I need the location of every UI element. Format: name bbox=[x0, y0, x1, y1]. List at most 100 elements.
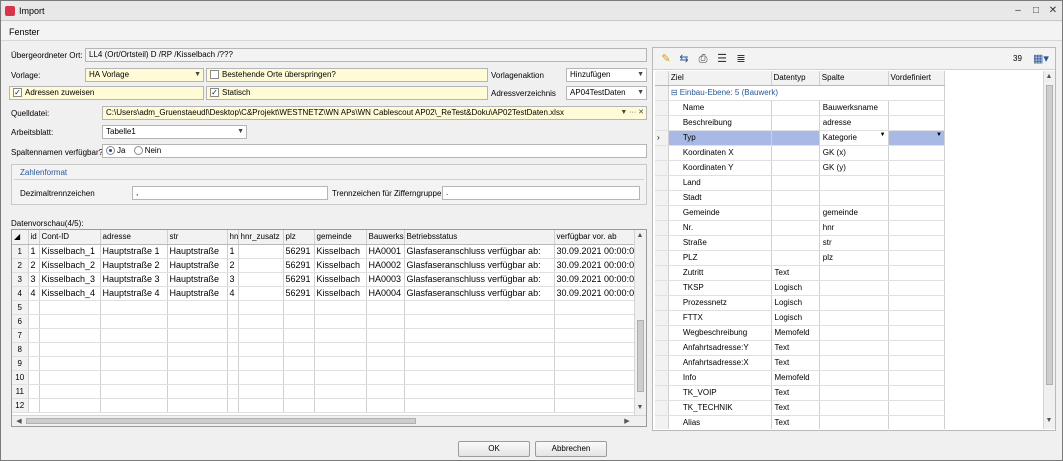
mapping-vordefiniert-cell[interactable] bbox=[888, 295, 946, 311]
table-cell[interactable]: 2 bbox=[28, 258, 40, 273]
table-cell[interactable] bbox=[28, 342, 40, 357]
mapping-typ-cell[interactable]: Text bbox=[771, 385, 820, 401]
mapping-row[interactable]: Gemeinde gemeinde bbox=[655, 205, 946, 221]
preview-column-header[interactable]: plz bbox=[283, 230, 315, 245]
skip-existing-row[interactable]: Bestehende Orte überspringen? bbox=[206, 68, 488, 82]
static-checkbox[interactable]: ✓ bbox=[210, 88, 219, 98]
table-cell[interactable]: Kisselbach_4 bbox=[39, 286, 101, 301]
mapping-row[interactable]: Wegbeschreibung Memofeld bbox=[655, 325, 946, 341]
table-cell[interactable] bbox=[100, 328, 168, 343]
table-cell[interactable] bbox=[28, 300, 40, 315]
table-cell[interactable] bbox=[366, 314, 405, 329]
mapping-spalte-cell[interactable]: hnr bbox=[819, 220, 889, 236]
scroll-left-icon[interactable]: ◀ bbox=[14, 417, 24, 425]
table-cell[interactable] bbox=[404, 356, 555, 371]
table-cell[interactable] bbox=[283, 370, 315, 385]
skip-existing-checkbox[interactable] bbox=[210, 70, 219, 80]
preview-vertical-scrollbar[interactable]: ▲ ▼ bbox=[634, 230, 646, 415]
table-cell[interactable] bbox=[366, 370, 405, 385]
mapping-typ-cell[interactable]: Logisch bbox=[771, 310, 820, 326]
assign-addresses-checkbox[interactable]: ✓ bbox=[13, 88, 22, 98]
table-cell[interactable] bbox=[314, 300, 367, 315]
source-file-field[interactable]: C:\Users\adm_Gruenstaeudl\Desktop\C&Proj… bbox=[102, 106, 647, 120]
mapping-typ-cell[interactable] bbox=[771, 190, 820, 206]
mapping-vordefiniert-cell[interactable] bbox=[888, 370, 946, 386]
mapping-typ-cell[interactable] bbox=[771, 205, 820, 221]
table-cell[interactable] bbox=[314, 342, 367, 357]
mapping-vordefiniert-cell[interactable] bbox=[888, 190, 946, 206]
table-cell[interactable] bbox=[238, 370, 284, 385]
mapping-spalte-cell[interactable]: str bbox=[819, 235, 889, 251]
mapping-ziel-cell[interactable]: Info bbox=[668, 370, 772, 386]
preview-column-header[interactable]: Cont-ID bbox=[39, 230, 101, 245]
mapping-ziel-cell[interactable]: Beschreibung bbox=[668, 115, 772, 131]
table-cell[interactable]: Kisselbach bbox=[314, 258, 367, 273]
table-cell[interactable]: 30.09.2021 00:00:0 bbox=[554, 286, 640, 301]
table-cell[interactable]: 30.09.2021 00:00:0 bbox=[554, 272, 640, 287]
scroll-down-icon[interactable]: ▼ bbox=[1044, 417, 1054, 424]
mapping-ziel-cell[interactable]: Koordinaten X bbox=[668, 145, 772, 161]
hscroll-thumb[interactable] bbox=[26, 418, 416, 424]
table-cell[interactable]: Glasfaseranschluss verfügbar ab: bbox=[404, 258, 555, 273]
table-cell[interactable] bbox=[227, 314, 239, 329]
mapping-row[interactable]: Beschreibung adresse bbox=[655, 115, 946, 131]
table-cell[interactable] bbox=[238, 384, 284, 399]
table-cell[interactable] bbox=[167, 384, 228, 399]
table-cell[interactable] bbox=[554, 300, 640, 315]
table-row[interactable]: 11 bbox=[12, 384, 640, 399]
minimize-button[interactable]: – bbox=[1011, 4, 1025, 18]
table-cell[interactable] bbox=[238, 300, 284, 315]
mapping-ziel-cell[interactable]: Prozessnetz bbox=[668, 295, 772, 311]
table-cell[interactable]: 30.09.2021 00:00:0 bbox=[554, 258, 640, 273]
table-cell[interactable] bbox=[238, 356, 284, 371]
mapping-vordefiniert-cell[interactable] bbox=[888, 115, 946, 131]
mapping-spalte-cell[interactable]: GK (x) bbox=[819, 145, 889, 161]
mapping-ziel-cell[interactable]: Zutritt bbox=[668, 265, 772, 281]
table-cell[interactable] bbox=[39, 300, 101, 315]
table-cell[interactable] bbox=[39, 342, 101, 357]
table-row[interactable]: 3 3 Kisselbach_3 Hauptstraße 3 Hauptstraße 3 5… bbox=[12, 272, 640, 287]
table-cell[interactable] bbox=[28, 314, 40, 329]
mapping-row[interactable]: Land bbox=[655, 175, 946, 191]
group-row-label[interactable]: ⊟ Einbau-Ebene: 5 (Bauwerk) bbox=[668, 85, 946, 101]
table-cell[interactable] bbox=[314, 314, 367, 329]
table-cell[interactable] bbox=[100, 384, 168, 399]
table-cell[interactable] bbox=[238, 272, 284, 287]
table-cell[interactable] bbox=[314, 370, 367, 385]
preview-column-header[interactable]: Bauwerks bbox=[366, 230, 405, 245]
table-row[interactable]: 2 2 Kisselbach_2 Hauptstraße 2 Hauptstraße 2 5… bbox=[12, 258, 640, 273]
table-cell[interactable] bbox=[167, 328, 228, 343]
table-cell[interactable] bbox=[283, 356, 315, 371]
table-cell[interactable]: HA0001 bbox=[366, 244, 405, 259]
radio-no[interactable] bbox=[133, 146, 143, 156]
mapping-typ-cell[interactable] bbox=[771, 160, 820, 176]
table-cell[interactable] bbox=[167, 370, 228, 385]
list2-icon[interactable]: ≣ bbox=[734, 52, 748, 66]
table-cell[interactable] bbox=[227, 328, 239, 343]
table-cell[interactable]: Glasfaseranschluss verfügbar ab: bbox=[404, 286, 555, 301]
mapping-ziel-cell[interactable]: Nr. bbox=[668, 220, 772, 236]
preview-column-header[interactable]: hnr_zusatz bbox=[238, 230, 284, 245]
table-cell[interactable] bbox=[167, 398, 228, 413]
worksheet-select[interactable]: Tabelle1 ▼ bbox=[102, 125, 247, 139]
table-cell[interactable] bbox=[227, 370, 239, 385]
table-cell[interactable] bbox=[404, 370, 555, 385]
mapping-row[interactable]: TK_VOIP Text bbox=[655, 385, 946, 401]
mapping-spalte-cell[interactable]: adresse bbox=[819, 115, 889, 131]
maximize-button[interactable]: □ bbox=[1029, 4, 1043, 18]
table-cell[interactable] bbox=[554, 384, 640, 399]
table-cell[interactable] bbox=[314, 398, 367, 413]
table-cell[interactable]: Hauptstraße 2 bbox=[100, 258, 168, 273]
table-cell[interactable]: 56291 bbox=[283, 286, 315, 301]
table-cell[interactable] bbox=[100, 314, 168, 329]
table-cell[interactable] bbox=[39, 328, 101, 343]
mapping-spalte-cell[interactable]: gemeinde bbox=[819, 205, 889, 221]
table-cell[interactable] bbox=[554, 356, 640, 371]
preview-column-header[interactable]: adresse bbox=[100, 230, 168, 245]
mapping-typ-cell[interactable]: Logisch bbox=[771, 280, 820, 296]
mapping-spalte-cell[interactable] bbox=[819, 400, 889, 416]
table-cell[interactable]: Glasfaseranschluss verfügbar ab: bbox=[404, 244, 555, 259]
table-cell[interactable] bbox=[314, 356, 367, 371]
table-cell[interactable] bbox=[366, 328, 405, 343]
mapping-spalte-cell[interactable] bbox=[819, 310, 889, 326]
